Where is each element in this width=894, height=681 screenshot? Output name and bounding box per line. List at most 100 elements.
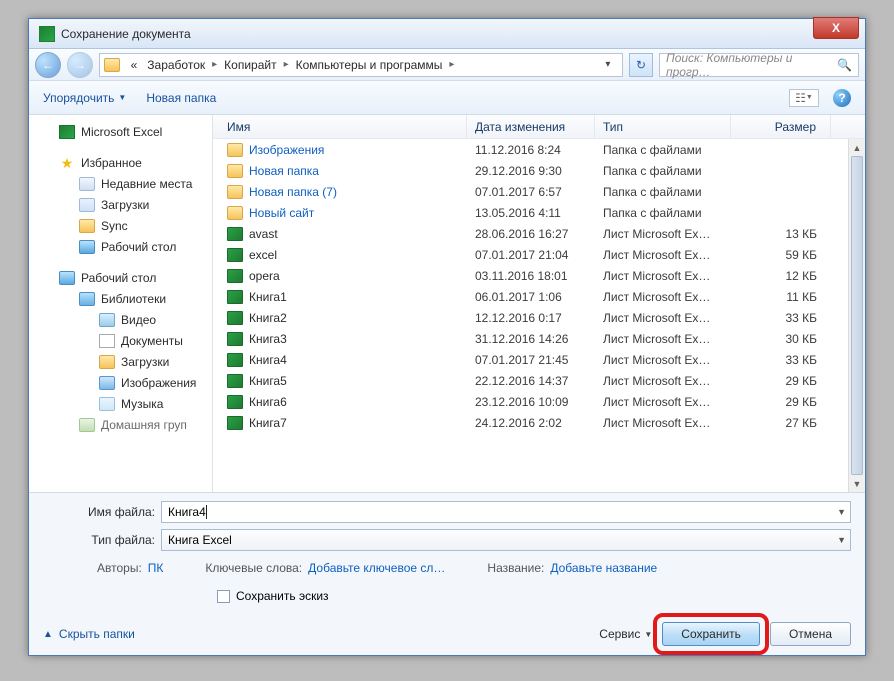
file-list-header[interactable]: Имя Дата изменения Тип Размер	[213, 115, 865, 139]
folder-icon	[227, 206, 243, 220]
filename-input[interactable]: Книга4▼	[161, 501, 851, 523]
file-row[interactable]: Книга106.01.2017 1:06Лист Microsoft Ex…1…	[213, 286, 848, 307]
sidebar-item-images[interactable]: Изображения	[29, 372, 212, 393]
sidebar-item-video[interactable]: Видео	[29, 309, 212, 330]
file-row[interactable]: Новая папка (7)07.01.2017 6:57Папка с фа…	[213, 181, 848, 202]
view-options[interactable]: ☷ ▼	[789, 89, 819, 107]
file-name: Книга1	[249, 290, 287, 304]
back-button[interactable]: ←	[35, 52, 61, 78]
file-type: Лист Microsoft Ex…	[595, 332, 731, 346]
crumb-overflow[interactable]: «	[128, 58, 141, 72]
file-size: 29 КБ	[731, 374, 831, 388]
close-button[interactable]: X	[813, 17, 859, 39]
file-size: 13 КБ	[731, 227, 831, 241]
cancel-button[interactable]: Отмена	[770, 622, 851, 646]
authors-value[interactable]: ПК	[148, 561, 164, 575]
file-date: 03.11.2016 18:01	[467, 269, 595, 283]
file-name: Книга3	[249, 332, 287, 346]
sidebar-item-music[interactable]: Музыка	[29, 393, 212, 414]
file-size: 59 КБ	[731, 248, 831, 262]
file-date: 13.05.2016 4:11	[467, 206, 595, 220]
chevron-right-icon: ▸	[449, 59, 454, 70]
star-icon: ★	[59, 156, 75, 170]
file-type: Лист Microsoft Ex…	[595, 353, 731, 367]
col-size[interactable]: Размер	[731, 115, 831, 138]
places-sidebar[interactable]: Microsoft Excel ★Избранное Недавние мест…	[29, 115, 213, 492]
help-button[interactable]: ?	[833, 89, 851, 107]
folder-icon	[104, 58, 120, 72]
file-row[interactable]: Книга522.12.2016 14:37Лист Microsoft Ex……	[213, 370, 848, 391]
sidebar-item-libraries[interactable]: Библиотеки	[29, 288, 212, 309]
titlebar[interactable]: Сохранение документа X	[29, 19, 865, 49]
sidebar-item-excel[interactable]: Microsoft Excel	[29, 121, 212, 142]
file-type: Лист Microsoft Ex…	[595, 374, 731, 388]
hide-folders-toggle[interactable]: ▲Скрыть папки	[43, 627, 135, 641]
chevron-down-icon[interactable]: ▼	[837, 535, 846, 545]
breadcrumb-dropdown[interactable]: ▾	[597, 59, 618, 70]
sidebar-item-homegroup[interactable]: Домашняя груп	[29, 414, 212, 435]
breadcrumb[interactable]: « Заработок▸ Копирайт▸ Компьютеры и прог…	[99, 53, 623, 77]
refresh-icon: ↻	[636, 58, 646, 72]
search-input[interactable]: Поиск: Компьютеры и прогр… 🔍	[659, 53, 859, 77]
authors-label: Авторы:	[97, 561, 142, 575]
arrow-left-icon: ←	[42, 58, 54, 72]
sidebar-item-documents[interactable]: Документы	[29, 330, 212, 351]
sidebar-item-sync[interactable]: Sync	[29, 215, 212, 236]
file-row[interactable]: Книга724.12.2016 2:02Лист Microsoft Ex…2…	[213, 412, 848, 433]
file-row[interactable]: Книга331.12.2016 14:26Лист Microsoft Ex……	[213, 328, 848, 349]
col-date[interactable]: Дата изменения	[467, 115, 595, 138]
save-thumbnail-checkbox[interactable]	[217, 590, 230, 603]
close-icon: X	[832, 21, 840, 35]
file-name: Новый сайт	[249, 206, 314, 220]
crumb-segment[interactable]: Копирайт	[221, 58, 279, 72]
file-row[interactable]: Книга4 07.01.2017 21:45Лист Microsoft Ex……	[213, 349, 848, 370]
sidebar-item-recent[interactable]: Недавние места	[29, 173, 212, 194]
scroll-up-button[interactable]: ▲	[849, 139, 865, 156]
file-name: Новая папка (7)	[249, 185, 337, 199]
sidebar-item-desktop[interactable]: Рабочий стол	[29, 236, 212, 257]
dialog-footer: ▲Скрыть папки Сервис ▼ Сохранить Отмена	[29, 613, 865, 655]
excel-file-icon	[227, 332, 243, 346]
refresh-button[interactable]: ↻	[629, 53, 653, 77]
vertical-scrollbar[interactable]: ▲ ▼	[848, 139, 865, 492]
filetype-select[interactable]: Книга Excel▼	[161, 529, 851, 551]
file-list[interactable]: Изображения11.12.2016 8:24Папка с файлам…	[213, 139, 848, 492]
keywords-value[interactable]: Добавьте ключевое сл…	[308, 561, 445, 575]
new-folder-button[interactable]: Новая папка	[146, 91, 216, 105]
tools-menu[interactable]: Сервис ▼	[599, 627, 652, 641]
nav-bar: ← → « Заработок▸ Копирайт▸ Компьютеры и …	[29, 49, 865, 81]
downloads-icon	[79, 198, 95, 212]
scroll-down-button[interactable]: ▼	[849, 475, 865, 492]
col-type[interactable]: Тип	[595, 115, 731, 138]
file-row[interactable]: excel07.01.2017 21:04Лист Microsoft Ex…5…	[213, 244, 848, 265]
file-name: Книга5	[249, 374, 287, 388]
crumb-segment[interactable]: Заработок	[144, 58, 208, 72]
organize-menu[interactable]: Упорядочить ▼	[43, 91, 126, 105]
sidebar-item-downloads[interactable]: Загрузки	[29, 351, 212, 372]
filename-label: Имя файла:	[43, 505, 155, 519]
sidebar-item-downloads[interactable]: Загрузки	[29, 194, 212, 215]
file-row[interactable]: opera03.11.2016 18:01Лист Microsoft Ex…1…	[213, 265, 848, 286]
forward-button[interactable]: →	[67, 52, 93, 78]
file-size: 33 КБ	[731, 311, 831, 325]
crumb-segment[interactable]: Компьютеры и программы	[293, 58, 446, 72]
file-row[interactable]: avast28.06.2016 16:27Лист Microsoft Ex…1…	[213, 223, 848, 244]
file-row[interactable]: Книга212.12.2016 0:17Лист Microsoft Ex…3…	[213, 307, 848, 328]
help-icon: ?	[838, 91, 845, 105]
desktop-icon	[79, 240, 95, 254]
pictures-icon	[99, 376, 115, 390]
sidebar-item-favorites[interactable]: ★Избранное	[29, 152, 212, 173]
save-button[interactable]: Сохранить	[662, 622, 760, 646]
title-value[interactable]: Добавьте название	[550, 561, 657, 575]
file-row[interactable]: Новая папка29.12.2016 9:30Папка с файлам…	[213, 160, 848, 181]
sidebar-item-desktop-root[interactable]: Рабочий стол	[29, 267, 212, 288]
file-name: Книга4	[249, 353, 287, 367]
scroll-thumb[interactable]	[851, 156, 863, 475]
file-row[interactable]: Новый сайт 13.05.2016 4:11Папка с файлами	[213, 202, 848, 223]
file-date: 07.01.2017 21:45	[467, 353, 595, 367]
file-row[interactable]: Изображения11.12.2016 8:24Папка с файлам…	[213, 139, 848, 160]
file-type: Папка с файлами	[595, 206, 731, 220]
col-name[interactable]: Имя	[213, 115, 467, 138]
chevron-down-icon[interactable]: ▼	[837, 507, 846, 517]
file-row[interactable]: Книга623.12.2016 10:09Лист Microsoft Ex……	[213, 391, 848, 412]
